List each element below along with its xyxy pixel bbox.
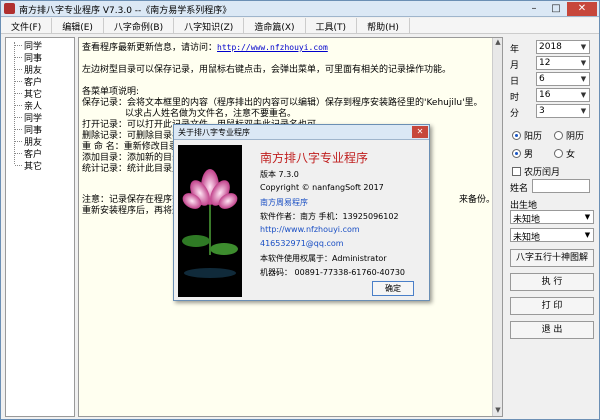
month-label: 月: [510, 61, 520, 71]
day-select[interactable]: 6 ▼: [536, 72, 590, 86]
chevron-down-icon: ▼: [584, 231, 591, 239]
hour-select[interactable]: 16 ▼: [536, 88, 590, 102]
version-text: 版本 7.3.0: [260, 170, 299, 179]
chevron-down-icon: ▼: [580, 91, 587, 99]
birthplace-select[interactable]: 未知地 ▼: [510, 210, 594, 225]
menu-bar: 文件(F) 编辑(E) 八字命例(B) 八字知识(Z) 造命篇(X) 工具(T)…: [1, 18, 599, 34]
menu-help[interactable]: 帮助(H): [357, 18, 410, 34]
window-title: 南方排八字专业程序 V7.3.0 --《南方易学系列程序》: [19, 6, 232, 16]
machine-code-text: 机器码： 00891-77338-61760-40730: [260, 268, 405, 277]
tree-item[interactable]: 其它: [15, 160, 42, 172]
menu-bazi-knowledge[interactable]: 八字知识(Z): [174, 18, 245, 34]
menu-zaoming[interactable]: 造命篇(X): [244, 18, 306, 34]
title-bar[interactable]: 南方排八字专业程序 V7.3.0 --《南方易学系列程序》 – □ ✕: [1, 1, 599, 17]
run-button[interactable]: 执 行: [510, 273, 594, 291]
tree-item[interactable]: 同学: [15, 112, 42, 124]
dialog-title-bar[interactable]: 关于排八字专业程序 ✕: [174, 125, 429, 140]
minimize-icon[interactable]: –: [523, 2, 545, 16]
website-name-link[interactable]: 南方周易程序: [260, 197, 308, 208]
menu-edit[interactable]: 编辑(E): [52, 18, 104, 34]
hour-label: 时: [510, 93, 520, 103]
tree-item[interactable]: 朋友: [15, 136, 42, 148]
solar-radio[interactable]: 阳历: [512, 129, 542, 142]
editor-line: 左边树型目录可以保存记录，用鼠标右键点击，会弹出菜单，可里面有相关的记录操作功能…: [82, 65, 452, 75]
tree-item[interactable]: 亲人: [15, 100, 42, 112]
scroll-down-icon[interactable]: ▼: [494, 406, 502, 416]
dialog-heading: 南方排八字专业程序: [260, 151, 369, 165]
main-window: 南方排八字专业程序 V7.3.0 --《南方易学系列程序》 – □ ✕ 文件(F…: [0, 0, 600, 420]
print-button[interactable]: 打 印: [510, 297, 594, 315]
menu-file[interactable]: 文件(F): [1, 18, 53, 34]
chevron-down-icon: ▼: [584, 213, 591, 221]
lotus-image: [178, 145, 242, 297]
editor-line: 来备份。: [459, 195, 496, 205]
tree-item[interactable]: 其它: [15, 88, 42, 100]
name-input[interactable]: [532, 179, 590, 193]
menu-tools[interactable]: 工具(T): [306, 18, 358, 34]
update-info-text: 查看程序最新更新信息，请访问：: [82, 43, 218, 53]
menu-bazi-cases[interactable]: 八字命例(B): [104, 18, 175, 34]
day-label: 日: [510, 77, 520, 87]
close-icon[interactable]: ✕: [567, 2, 597, 16]
dialog-title: 关于排八字专业程序: [178, 128, 250, 137]
month-select[interactable]: 12 ▼: [536, 56, 590, 70]
app-icon: [4, 3, 15, 14]
website-link[interactable]: http://www.nfzhouyi.com: [217, 43, 328, 52]
email-link[interactable]: 416532971@qq.com: [260, 239, 344, 248]
minute-select[interactable]: 3 ▼: [536, 104, 590, 118]
scroll-up-icon[interactable]: ▲: [494, 38, 502, 48]
editor-line: 统计记录：统计此目录里: [82, 164, 182, 174]
female-radio[interactable]: 女: [554, 147, 575, 160]
exit-button[interactable]: 退 出: [510, 321, 594, 339]
chevron-down-icon: ▼: [580, 107, 587, 115]
tree-item[interactable]: 客户: [15, 76, 42, 88]
chevron-down-icon: ▼: [580, 75, 587, 83]
year-select[interactable]: 2018 ▼: [536, 40, 590, 54]
tree-item[interactable]: 同学: [15, 40, 42, 52]
input-panel: 年 2018 ▼ 月 12 ▼ 日 6 ▼ 时 16 ▼ 分 3 ▼ 阳历 阴历 男 女 …: [506, 37, 598, 417]
tree-item[interactable]: 同事: [15, 52, 42, 64]
lunar-radio[interactable]: 阴历: [554, 129, 584, 142]
close-icon[interactable]: ✕: [412, 126, 428, 138]
copyright-text: Copyright © nanfangSoft 2017: [260, 183, 384, 192]
license-text: 本软件使用权属于：Administrator: [260, 254, 387, 263]
tree-item[interactable]: 同事: [15, 124, 42, 136]
author-text: 软件作者：南方 手机：13925096102: [260, 212, 399, 221]
tree-item[interactable]: 朋友: [15, 64, 42, 76]
birthplace-select-2[interactable]: 未知地 ▼: [510, 228, 594, 243]
leap-month-checkbox[interactable]: 农历闰月: [512, 165, 560, 178]
chart-button[interactable]: 八字五行十神图解: [510, 249, 594, 267]
tree-item[interactable]: 客户: [15, 148, 42, 160]
record-tree[interactable]: 同学 同事 朋友 客户 其它 亲人 同学 同事 朋友 客户 其它: [5, 37, 75, 417]
name-label: 姓名: [510, 184, 529, 194]
maximize-icon[interactable]: □: [545, 2, 567, 16]
ok-button[interactable]: 确定: [372, 281, 414, 296]
year-label: 年: [510, 45, 520, 55]
minute-label: 分: [510, 109, 520, 119]
male-radio[interactable]: 男: [512, 147, 533, 160]
chevron-down-icon: ▼: [580, 43, 587, 51]
editor-line: 重新安装程序后，再将这: [82, 206, 182, 216]
editor-scrollbar[interactable]: ▲ ▼: [492, 38, 502, 416]
about-dialog: 关于排八字专业程序 ✕ 南方排八字专业程序 版本 7.3.0 Copyright…: [173, 124, 430, 301]
chevron-down-icon: ▼: [580, 59, 587, 67]
website-url-link[interactable]: http://www.nfzhouyi.com: [260, 225, 360, 234]
